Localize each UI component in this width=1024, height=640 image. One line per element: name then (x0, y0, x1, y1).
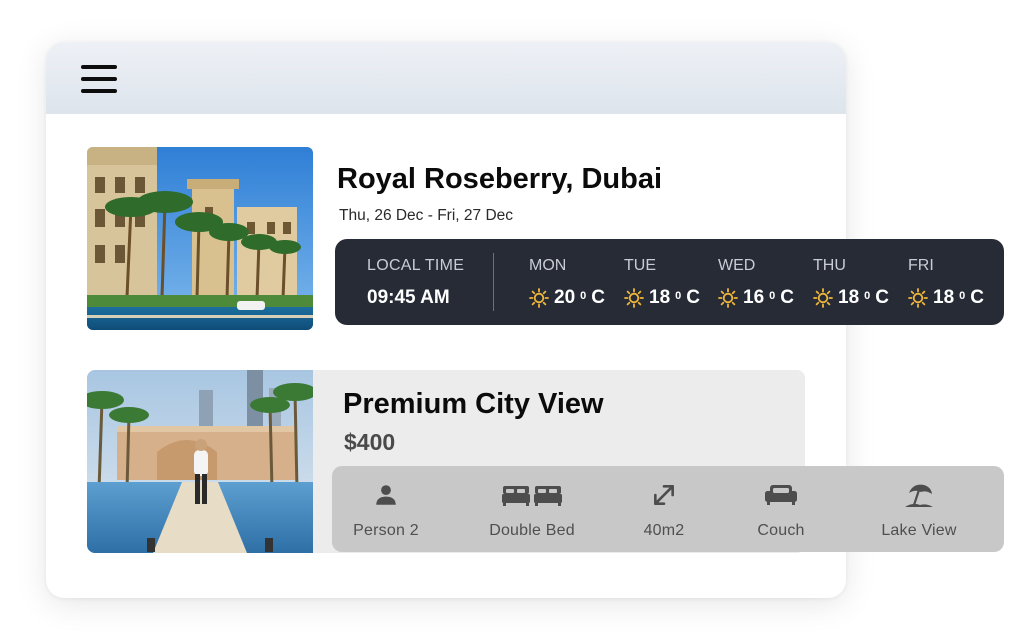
forecast-day: THU 18 0 C (813, 257, 903, 309)
temperature-value: 16 (743, 287, 765, 308)
weather-bar: LOCAL TIME 09:45 AM MON 20 0 C TUE 18 0 C WE… (335, 239, 1004, 325)
day-temperature: 18 0 C (813, 287, 903, 309)
day-temperature: 16 0 C (718, 287, 808, 309)
amenities-bar: Person 2 Double Bed 40m2 Couch Lake View (332, 466, 1004, 552)
forecast-day: TUE 18 0 C (624, 257, 714, 309)
sun-icon (908, 288, 928, 308)
amenity-label: 40m2 (643, 522, 685, 539)
temperature-value: 18 (649, 287, 671, 308)
forecast-day: MON 20 0 C (529, 257, 619, 309)
amenity-item: 40m2 (636, 480, 692, 540)
amenity-label: Person 2 (353, 522, 419, 539)
temperature-unit: C (970, 287, 984, 308)
beach-umbrella-icon (905, 484, 933, 507)
day-name: THU (813, 257, 846, 274)
day-name: MON (529, 257, 567, 274)
amenity-label: Double Bed (489, 522, 575, 539)
hotel-name: Royal Roseberry, Dubai (337, 163, 663, 195)
forecast-day: FRI 18 0 C (908, 257, 998, 309)
forecast-day: WED 16 0 C (718, 257, 808, 309)
stay-dates: Thu, 26 Dec - Fri, 27 Dec (339, 207, 514, 224)
day-temperature: 20 0 C (529, 287, 619, 309)
temperature-unit: C (686, 287, 700, 308)
day-name: FRI (908, 257, 934, 274)
couch-icon (765, 485, 797, 505)
temperature-value: 18 (838, 287, 860, 308)
sun-icon (529, 288, 549, 308)
top-bar (46, 42, 846, 114)
double-bed-icon (502, 486, 562, 506)
local-time-value: 09:45 AM (367, 287, 450, 308)
day-name: WED (718, 257, 756, 274)
sun-icon (624, 288, 644, 308)
temperature-unit: C (875, 287, 889, 308)
day-name: TUE (624, 257, 656, 274)
temperature-value: 20 (554, 287, 576, 308)
amenity-item: Lake View (876, 480, 962, 540)
hotel-photo (87, 147, 313, 330)
amenity-label: Couch (757, 522, 805, 539)
room-price: $400 (344, 429, 396, 455)
sun-icon (813, 288, 833, 308)
room-photo (87, 370, 313, 553)
temperature-unit: C (591, 287, 605, 308)
temperature-value: 18 (933, 287, 955, 308)
amenity-item: Person 2 (351, 480, 421, 540)
divider (493, 253, 494, 311)
day-temperature: 18 0 C (908, 287, 998, 309)
amenity-label: Lake View (881, 522, 957, 539)
sun-icon (718, 288, 738, 308)
room-title: Premium City View (343, 388, 604, 420)
amenity-item: Double Bed (486, 480, 578, 540)
room-size-icon (654, 485, 674, 505)
temperature-unit: C (780, 287, 794, 308)
hamburger-menu-icon[interactable] (81, 65, 117, 93)
day-temperature: 18 0 C (624, 287, 714, 309)
person-icon (376, 485, 396, 505)
amenity-item: Couch (753, 480, 809, 540)
local-time-label: LOCAL TIME (367, 257, 465, 274)
